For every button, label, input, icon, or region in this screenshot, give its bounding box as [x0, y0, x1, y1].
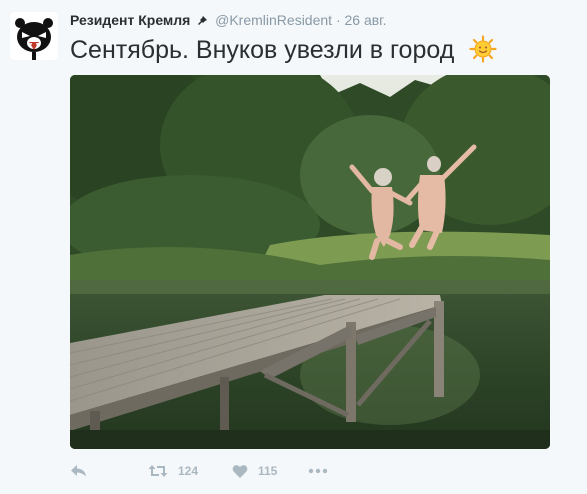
tweet-header: Резидент Кремля @KremlinResident · 26 ав…	[70, 11, 386, 29]
more-button[interactable]	[308, 461, 328, 481]
sun-face-icon	[469, 35, 497, 63]
reply-button[interactable]	[70, 461, 88, 481]
avatar[interactable]	[10, 12, 58, 60]
tweet: Резидент Кремля @KremlinResident · 26 ав…	[0, 0, 587, 494]
heart-icon	[232, 464, 248, 479]
like-count: 115	[258, 464, 278, 478]
tweet-text-content: Сентябрь. Внуков увезли в город	[70, 36, 455, 64]
bear-logo-icon	[10, 12, 58, 60]
retweet-icon	[148, 463, 168, 479]
timestamp[interactable]: 26 авг.	[345, 12, 387, 28]
photo-scene	[70, 75, 550, 449]
pin-icon	[197, 11, 208, 29]
like-button[interactable]: 115	[232, 461, 277, 481]
more-dots-icon	[308, 468, 328, 474]
retweet-count: 124	[178, 464, 199, 478]
retweet-button[interactable]: 124	[148, 461, 198, 481]
separator-dot: ·	[335, 12, 341, 28]
author-name[interactable]: Резидент Кремля	[70, 12, 190, 28]
reply-icon	[70, 463, 88, 479]
tweet-text: Сентябрь. Внуков увезли в город	[70, 34, 497, 66]
author-handle[interactable]: @KremlinResident	[215, 12, 332, 28]
tweet-actions: 124 115	[70, 461, 550, 481]
tweet-photo[interactable]	[70, 75, 550, 449]
